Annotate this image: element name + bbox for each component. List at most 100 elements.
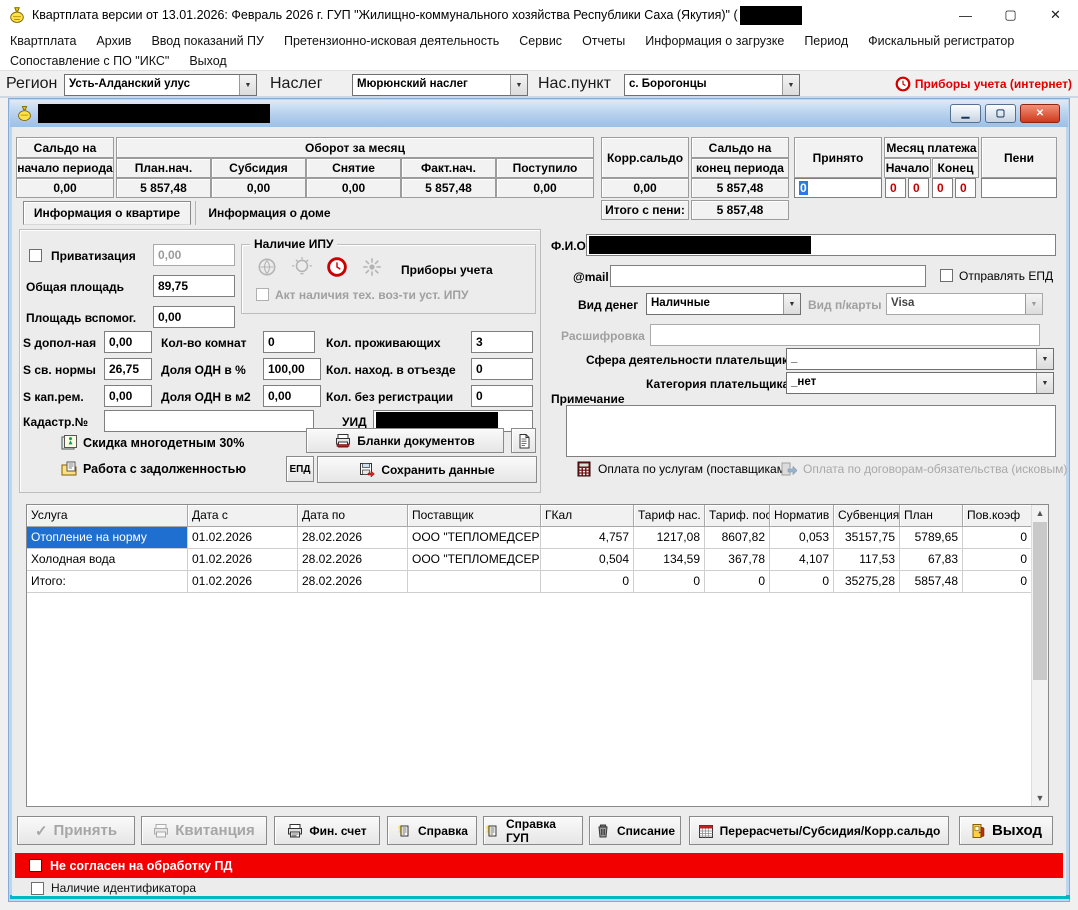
child-close-button[interactable]: ✕ bbox=[1020, 104, 1060, 123]
grid-cell[interactable]: 28.02.2026 bbox=[298, 571, 408, 593]
grid-column-header[interactable]: Дата по bbox=[298, 505, 408, 527]
consent-checkbox[interactable] bbox=[29, 859, 42, 872]
grid-cell[interactable]: 367,78 bbox=[705, 549, 770, 571]
grid-column-header[interactable]: Дата с bbox=[188, 505, 298, 527]
exit-button[interactable]: Выход bbox=[959, 816, 1053, 845]
grid-cell[interactable]: 134,59 bbox=[634, 549, 705, 571]
odn-pct-input[interactable]: 100,00 bbox=[263, 358, 321, 380]
note-textarea[interactable] bbox=[566, 405, 1056, 457]
scroll-down-icon[interactable]: ▼ bbox=[1032, 790, 1048, 806]
nasleg-select[interactable]: Мюрюнский наслег▼ bbox=[352, 74, 528, 96]
grid-cell[interactable]: 0 bbox=[963, 527, 1032, 549]
menu-iks-compare[interactable]: Сопоставление с ПО "ИКС" bbox=[0, 52, 179, 70]
grid-cell[interactable]: 0 bbox=[541, 571, 634, 593]
grid-cell[interactable]: 28.02.2026 bbox=[298, 549, 408, 571]
menu-exit[interactable]: Выход bbox=[179, 52, 236, 70]
menu-load-info[interactable]: Информация о загрузке bbox=[635, 32, 794, 50]
privatization-checkbox[interactable] bbox=[29, 249, 42, 262]
aux-area-input[interactable]: 0,00 bbox=[153, 306, 235, 328]
chevron-down-icon[interactable]: ▼ bbox=[783, 294, 800, 314]
recalc-subsidy-button[interactable]: Перерасчеты/Субсидия/Корр.сальдо bbox=[689, 816, 949, 845]
fio-input[interactable] bbox=[586, 234, 1056, 256]
ipu-act-checkbox[interactable] bbox=[256, 288, 269, 301]
grid-cell[interactable]: 5857,48 bbox=[900, 571, 963, 593]
pay-by-services-button[interactable]: Оплата по услугам (поставщикам) bbox=[576, 461, 789, 477]
tab-house-info[interactable]: Информация о доме bbox=[195, 201, 343, 225]
grid-cell[interactable]: 0,504 bbox=[541, 549, 634, 571]
prinyato-input[interactable]: 0 bbox=[794, 178, 882, 198]
grid-cell[interactable]: 0 bbox=[963, 571, 1032, 593]
minimize-button[interactable]: — bbox=[943, 0, 988, 30]
peni-input[interactable] bbox=[981, 178, 1057, 198]
grid-cell[interactable]: ООО "ТЕПЛОМЕДСЕРВИ bbox=[408, 549, 541, 571]
scroll-up-icon[interactable]: ▲ bbox=[1032, 505, 1048, 521]
chevron-down-icon[interactable]: ▼ bbox=[1036, 373, 1053, 393]
debt-work-button[interactable]: Работа с задолженностью bbox=[61, 461, 246, 477]
region-select[interactable]: Усть-Алданский улус▼ bbox=[64, 74, 257, 96]
grid-cell[interactable]: 01.02.2026 bbox=[188, 571, 298, 593]
grid-cell[interactable]: 01.02.2026 bbox=[188, 549, 298, 571]
grid-column-header[interactable]: Услуга bbox=[27, 505, 188, 527]
grid-column-header[interactable]: План bbox=[900, 505, 963, 527]
grid-cell[interactable]: 0 bbox=[634, 571, 705, 593]
total-area-input[interactable]: 89,75 bbox=[153, 275, 235, 297]
grid-cell[interactable]: 8607,82 bbox=[705, 527, 770, 549]
email-input[interactable] bbox=[610, 265, 926, 287]
grid-cell[interactable]: 01.02.2026 bbox=[188, 527, 298, 549]
document-blanks-button[interactable]: Бланки документов bbox=[306, 428, 504, 453]
grid-cell[interactable]: 0 bbox=[770, 571, 834, 593]
grid-column-header[interactable]: ГКал bbox=[541, 505, 634, 527]
decode-input[interactable] bbox=[650, 324, 1040, 346]
naspunkt-select[interactable]: с. Борогонцы▼ bbox=[624, 74, 800, 96]
grid-cell[interactable]: 5789,65 bbox=[900, 527, 963, 549]
close-button[interactable]: ✕ bbox=[1033, 0, 1078, 30]
table-row[interactable]: Холодная вода01.02.202628.02.2026ООО "ТЕ… bbox=[27, 549, 1048, 571]
grid-cell[interactable]: 28.02.2026 bbox=[298, 527, 408, 549]
menu-fiscal-registrar[interactable]: Фискальный регистратор bbox=[858, 32, 1024, 50]
grid-cell[interactable] bbox=[408, 571, 541, 593]
menu-service[interactable]: Сервис bbox=[509, 32, 572, 50]
child-maximize-button[interactable]: ▢ bbox=[985, 104, 1016, 123]
grid-cell[interactable]: 1217,08 bbox=[634, 527, 705, 549]
month-end-2-input[interactable]: 0 bbox=[955, 178, 976, 198]
privatization-input[interactable]: 0,00 bbox=[153, 244, 235, 266]
grid-cell[interactable]: 4,757 bbox=[541, 527, 634, 549]
chevron-down-icon[interactable]: ▼ bbox=[1036, 349, 1053, 369]
kadastr-input[interactable] bbox=[104, 410, 314, 432]
menu-archive[interactable]: Архив bbox=[86, 32, 141, 50]
child-minimize-button[interactable]: ▁ bbox=[950, 104, 981, 123]
meters-internet-link[interactable]: Приборы учета (интернет) bbox=[895, 76, 1072, 92]
grid-cell[interactable]: 117,53 bbox=[834, 549, 900, 571]
document-button[interactable] bbox=[511, 428, 536, 453]
s-dop-input[interactable]: 0,00 bbox=[104, 331, 152, 353]
away-input[interactable]: 0 bbox=[471, 358, 533, 380]
table-row[interactable]: Отопление на норму01.02.202628.02.2026ОО… bbox=[27, 527, 1048, 549]
rooms-input[interactable]: 0 bbox=[263, 331, 315, 353]
grid-column-header[interactable]: Поставщик bbox=[408, 505, 541, 527]
card-type-select[interactable]: Visa▼ bbox=[886, 293, 1043, 315]
chevron-down-icon[interactable]: ▼ bbox=[510, 75, 527, 95]
scrollbar-thumb[interactable] bbox=[1033, 522, 1047, 680]
grid-cell[interactable]: 0 bbox=[705, 571, 770, 593]
chevron-down-icon[interactable]: ▼ bbox=[782, 75, 799, 95]
month-start-1-input[interactable]: 0 bbox=[885, 178, 906, 198]
identifier-checkbox[interactable] bbox=[31, 882, 44, 895]
menu-reports[interactable]: Отчеты bbox=[572, 32, 635, 50]
maximize-button[interactable]: ▢ bbox=[988, 0, 1033, 30]
grid-cell[interactable]: Отопление на норму bbox=[27, 527, 188, 549]
grid-column-header[interactable]: Тариф нас. bbox=[634, 505, 705, 527]
grid-cell[interactable]: 35275,28 bbox=[834, 571, 900, 593]
payer-sphere-select[interactable]: _▼ bbox=[786, 348, 1054, 370]
save-data-button[interactable]: Сохранить данные bbox=[317, 456, 537, 483]
s-kap-input[interactable]: 0,00 bbox=[104, 385, 152, 407]
large-family-discount-button[interactable]: Скидка многодетным 30% bbox=[61, 435, 244, 451]
grid-column-header[interactable]: Пов.коэф bbox=[963, 505, 1032, 527]
month-end-1-input[interactable]: 0 bbox=[932, 178, 953, 198]
menu-claims[interactable]: Претензионно-исковая деятельность bbox=[274, 32, 509, 50]
send-epd-checkbox[interactable] bbox=[940, 269, 953, 282]
grid-vertical-scrollbar[interactable]: ▲ ▼ bbox=[1031, 505, 1048, 806]
grid-cell[interactable]: 35157,75 bbox=[834, 527, 900, 549]
reference-gup-button[interactable]: Справка ГУП bbox=[483, 816, 583, 845]
grid-cell[interactable]: 4,107 bbox=[770, 549, 834, 571]
grid-cell[interactable]: Итого: bbox=[27, 571, 188, 593]
